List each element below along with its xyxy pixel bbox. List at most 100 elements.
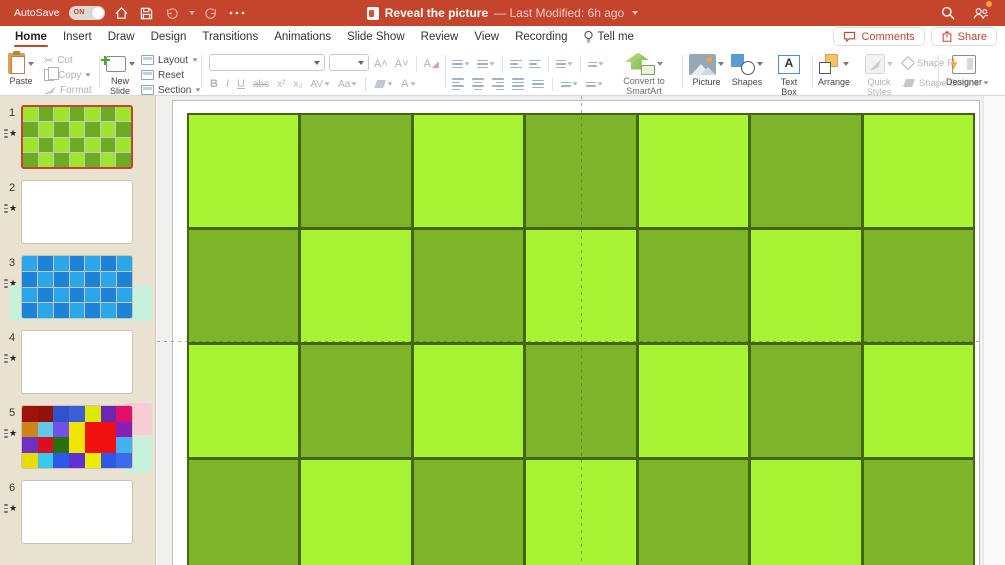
- add-remove-columns-button[interactable]: [532, 79, 544, 89]
- share-button[interactable]: Share: [930, 27, 997, 46]
- clear-formatting-button[interactable]: A ◢: [424, 58, 439, 70]
- tab-review[interactable]: Review: [420, 29, 460, 45]
- board-cell[interactable]: [751, 345, 861, 457]
- columns-button[interactable]: [588, 61, 604, 67]
- autosave-toggle[interactable]: ON: [68, 6, 105, 20]
- board-cell[interactable]: [413, 115, 524, 227]
- board-cell[interactable]: [189, 460, 299, 565]
- font-name-combobox[interactable]: [209, 54, 325, 71]
- animation-indicator[interactable]: ★: [4, 129, 17, 138]
- grow-font-button[interactable]: A˄: [374, 58, 388, 70]
- align-left-button[interactable]: [452, 78, 464, 90]
- horizontal-guide[interactable]: [157, 341, 983, 342]
- animation-indicator[interactable]: ★: [4, 354, 17, 363]
- tab-slide-show[interactable]: Slide Show: [346, 29, 406, 45]
- slide-thumbnail-6[interactable]: [21, 480, 133, 544]
- board-cell[interactable]: [301, 230, 411, 342]
- slide-page[interactable]: [172, 100, 980, 565]
- superscript-button[interactable]: x²: [277, 79, 285, 90]
- slide-thumbnail-1[interactable]: [21, 105, 133, 169]
- text-direction-button[interactable]: [561, 81, 578, 87]
- layout-button[interactable]: Layout: [141, 54, 201, 66]
- change-case-button[interactable]: Aa: [338, 79, 357, 90]
- decrease-indent-button[interactable]: [510, 59, 522, 69]
- bold-button[interactable]: B: [210, 78, 218, 90]
- scrollbar-track[interactable]: [983, 96, 1005, 565]
- bullets-button[interactable]: [452, 59, 470, 69]
- shapes-button[interactable]: Shapes: [731, 52, 763, 88]
- undo-menu-chevron[interactable]: [188, 11, 195, 15]
- format-painter-button[interactable]: Format: [44, 84, 92, 96]
- vertical-guide[interactable]: [581, 96, 582, 565]
- board-cell[interactable]: [863, 345, 973, 457]
- board-cell[interactable]: [189, 345, 299, 457]
- board-cell[interactable]: [863, 230, 973, 342]
- search-icon[interactable]: [940, 5, 956, 21]
- board-cell[interactable]: [413, 230, 524, 342]
- board-cell[interactable]: [413, 460, 524, 565]
- tab-animations[interactable]: Animations: [273, 29, 332, 45]
- board-cell[interactable]: [751, 115, 861, 227]
- paste-button[interactable]: Paste: [8, 51, 34, 87]
- arrange-button[interactable]: Arrange: [818, 52, 850, 88]
- slide-thumbnail-5[interactable]: [21, 405, 133, 469]
- board-cell[interactable]: [638, 115, 749, 227]
- tab-insert[interactable]: Insert: [62, 29, 93, 45]
- undo-icon[interactable]: [164, 5, 180, 21]
- font-size-combobox[interactable]: [329, 54, 369, 71]
- tab-view[interactable]: View: [473, 29, 500, 45]
- slide-thumbnail-4[interactable]: [21, 330, 133, 394]
- board-cell[interactable]: [638, 460, 749, 565]
- increase-indent-button[interactable]: [529, 59, 541, 69]
- character-spacing-button[interactable]: AV: [310, 79, 330, 90]
- section-button[interactable]: Section: [141, 84, 201, 96]
- quick-styles-button[interactable]: Quick Styles: [862, 52, 896, 98]
- board-cell[interactable]: [751, 230, 861, 342]
- justify-button[interactable]: [512, 78, 524, 90]
- board-cell[interactable]: [863, 460, 973, 565]
- align-right-button[interactable]: [492, 78, 504, 90]
- underline-button[interactable]: U: [237, 78, 245, 90]
- board-cell[interactable]: [189, 115, 299, 227]
- animation-indicator[interactable]: ★: [4, 204, 17, 213]
- font-color-button[interactable]: A: [401, 78, 416, 90]
- cut-button[interactable]: ✂ Cut: [44, 54, 92, 67]
- slide-thumbnail-2[interactable]: [21, 180, 133, 244]
- picture-button[interactable]: Picture: [689, 52, 724, 88]
- comments-button[interactable]: Comments: [833, 27, 925, 46]
- copy-button[interactable]: Copy: [44, 66, 92, 81]
- home-icon[interactable]: [114, 5, 130, 21]
- strikethrough-button[interactable]: abc: [253, 79, 269, 90]
- board-cell[interactable]: [301, 345, 411, 457]
- shrink-font-button[interactable]: A˅: [395, 58, 409, 70]
- board-cell[interactable]: [301, 460, 411, 565]
- more-commands-icon[interactable]: [229, 5, 245, 21]
- animation-indicator[interactable]: ★: [4, 504, 17, 513]
- board-cell[interactable]: [638, 345, 749, 457]
- redo-icon[interactable]: [204, 5, 220, 21]
- new-slide-button[interactable]: New Slide: [100, 53, 136, 97]
- board-cell[interactable]: [751, 460, 861, 565]
- tab-recording[interactable]: Recording: [514, 29, 568, 45]
- numbering-button[interactable]: [477, 59, 495, 69]
- reset-button[interactable]: Reset: [141, 69, 201, 81]
- tab-transitions[interactable]: Transitions: [201, 29, 259, 45]
- tell-me-button[interactable]: Tell me: [583, 30, 634, 44]
- tab-draw[interactable]: Draw: [107, 29, 136, 45]
- board-cell[interactable]: [413, 345, 524, 457]
- board-cell[interactable]: [189, 230, 299, 342]
- presence-icon[interactable]: [973, 1, 992, 21]
- line-spacing-button[interactable]: [556, 59, 573, 69]
- convert-smartart-button[interactable]: Convert to SmartArt: [612, 52, 676, 97]
- board-cell[interactable]: [301, 115, 411, 227]
- align-text-button[interactable]: [586, 81, 603, 87]
- tab-design[interactable]: Design: [150, 29, 188, 45]
- save-icon[interactable]: [139, 5, 155, 21]
- animation-indicator[interactable]: ★: [4, 429, 17, 438]
- italic-button[interactable]: I: [226, 78, 229, 90]
- subscript-button[interactable]: x₂: [293, 79, 302, 90]
- tab-home[interactable]: Home: [14, 29, 48, 47]
- board-cell[interactable]: [863, 115, 973, 227]
- align-center-button[interactable]: [472, 78, 484, 90]
- board-cell[interactable]: [638, 230, 749, 342]
